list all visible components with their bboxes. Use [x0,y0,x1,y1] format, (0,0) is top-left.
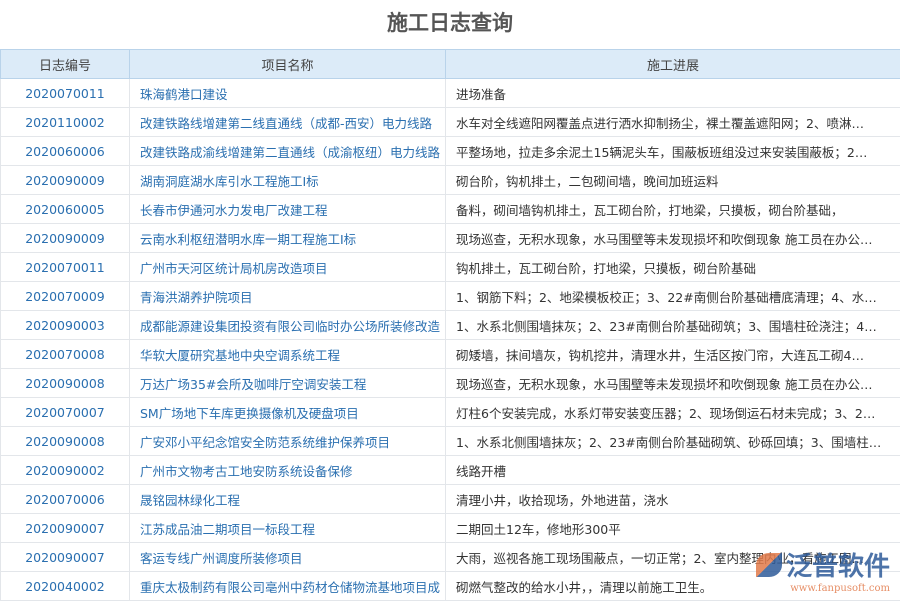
log-id-cell: 2020090008 [1,369,130,398]
project-name-link[interactable]: 珠海鹤港口建设 [130,79,446,108]
project-name-link[interactable]: 重庆太极制药有限公司亳州中药材仓储物流基地项目成 [130,572,446,601]
progress-cell: 1、钢筋下料；2、地梁模板校正；3、22#南侧台阶基础槽底清理；4、水… [446,282,900,311]
fanpu-logo-icon [756,553,782,577]
table-row[interactable]: 2020090007江苏成品油二期项目一标段工程二期回土12车，修地形300平 [1,514,900,543]
progress-cell: 水车对全线遮阳网覆盖点进行洒水抑制扬尘，裸土覆盖遮阳网；2、喷淋… [446,108,900,137]
table-row[interactable]: 2020070011广州市天河区统计局机房改造项目钩机排土，瓦工砌台阶，打地梁，… [1,253,900,282]
progress-cell: 砌矮墙，抹间墙灰，钩机挖井，清理水井，生活区按门帘，大连瓦工砌4… [446,340,900,369]
watermark-name: 泛普软件 [786,546,890,583]
table-row[interactable]: 2020110002改建铁路线增建第二线直通线（成都-西安）电力线路水车对全线遮… [1,108,900,137]
page-title: 施工日志查询 [0,0,900,49]
table-row[interactable]: 2020070008华软大厦研究基地中央空调系统工程砌矮墙，抹间墙灰，钩机挖井，… [1,340,900,369]
table-row[interactable]: 2020070009青海洪湖养护院项目1、钢筋下料；2、地梁模板校正；3、22#… [1,282,900,311]
log-id-cell: 2020090007 [1,514,130,543]
log-id-cell: 2020070007 [1,398,130,427]
table-row[interactable]: 2020090009湖南洞庭湖水库引水工程施工Ⅰ标砌台阶，钩机排土，二包砌间墙，… [1,166,900,195]
log-id-cell: 2020060005 [1,195,130,224]
log-id-cell: 2020070011 [1,79,130,108]
project-name-link[interactable]: 广安邓小平纪念馆安全防范系统维护保养项目 [130,427,446,456]
project-name-link[interactable]: 改建铁路线增建第二线直通线（成都-西安）电力线路 [130,108,446,137]
progress-cell: 灯柱6个安装完成，水系灯带安装变压器；2、现场倒运石材未完成；3、2… [446,398,900,427]
log-id-cell: 2020110002 [1,108,130,137]
progress-cell: 1、水系北侧围墙抹灰；2、23#南侧台阶基础砌筑、砂砾回填；3、围墙柱… [446,427,900,456]
project-name-link[interactable]: 青海洪湖养护院项目 [130,282,446,311]
log-id-cell: 2020090008 [1,427,130,456]
log-id-cell: 2020090007 [1,543,130,572]
project-name-link[interactable]: 云南水利枢纽潜明水库一期工程施工Ⅰ标 [130,224,446,253]
table-row[interactable]: 2020070011珠海鹤港口建设进场准备 [1,79,900,108]
column-header-project-name[interactable]: 项目名称 [130,50,446,79]
progress-cell: 1、水系北侧围墙抹灰；2、23#南侧台阶基础砌筑；3、围墙柱砼浇注；4… [446,311,900,340]
project-name-link[interactable]: SM广场地下车库更换摄像机及硬盘项目 [130,398,446,427]
column-header-log-id[interactable]: 日志编号 [1,50,130,79]
project-name-link[interactable]: 华软大厦研究基地中央空调系统工程 [130,340,446,369]
log-table: 日志编号 项目名称 施工进展 2020070011珠海鹤港口建设进场准备2020… [0,49,900,601]
project-name-link[interactable]: 改建铁路成渝线增建第二直通线（成渝枢纽）电力线路 [130,137,446,166]
log-id-cell: 2020040002 [1,572,130,601]
table-row[interactable]: 2020060006改建铁路成渝线增建第二直通线（成渝枢纽）电力线路平整场地，拉… [1,137,900,166]
watermark-url: www.fanpusoft.com [756,583,890,594]
progress-cell: 现场巡查，无积水现象，水马围壁等未发现损坏和吹倒现象 施工员在办公… [446,369,900,398]
project-name-link[interactable]: 晟铭园林绿化工程 [130,485,446,514]
project-name-link[interactable]: 广州市天河区统计局机房改造项目 [130,253,446,282]
watermark: 泛普软件 www.fanpusoft.com [756,546,890,594]
log-id-cell: 2020060006 [1,137,130,166]
table-row[interactable]: 2020070007SM广场地下车库更换摄像机及硬盘项目灯柱6个安装完成，水系灯… [1,398,900,427]
project-name-link[interactable]: 万达广场35#会所及咖啡厅空调安装工程 [130,369,446,398]
table-row[interactable]: 2020060005长春市伊通河水力发电厂改建工程备料，砌间墙钩机排土，瓦工砌台… [1,195,900,224]
log-id-cell: 2020070011 [1,253,130,282]
log-id-cell: 2020070008 [1,340,130,369]
progress-cell: 进场准备 [446,79,900,108]
column-header-progress[interactable]: 施工进展 [446,50,900,79]
table-row[interactable]: 2020090008广安邓小平纪念馆安全防范系统维护保养项目1、水系北侧围墙抹灰… [1,427,900,456]
log-id-cell: 2020090003 [1,311,130,340]
project-name-link[interactable]: 长春市伊通河水力发电厂改建工程 [130,195,446,224]
progress-cell: 钩机排土，瓦工砌台阶，打地梁，只摸板，砌台阶基础 [446,253,900,282]
table-row[interactable]: 2020090003成都能源建设集团投资有限公司临时办公场所装修改造1、水系北侧… [1,311,900,340]
project-name-link[interactable]: 江苏成品油二期项目一标段工程 [130,514,446,543]
log-id-cell: 2020070009 [1,282,130,311]
project-name-link[interactable]: 客运专线广州调度所装修项目 [130,543,446,572]
table-row[interactable]: 2020090002广州市文物考古工地安防系统设备保修线路开槽 [1,456,900,485]
project-name-link[interactable]: 湖南洞庭湖水库引水工程施工Ⅰ标 [130,166,446,195]
project-name-link[interactable]: 广州市文物考古工地安防系统设备保修 [130,456,446,485]
log-id-cell: 2020070006 [1,485,130,514]
progress-cell: 清理小井，收拾现场，外地进苗，浇水 [446,485,900,514]
table-row[interactable]: 2020070006晟铭园林绿化工程清理小井，收拾现场，外地进苗，浇水 [1,485,900,514]
log-id-cell: 2020090002 [1,456,130,485]
progress-cell: 二期回土12车，修地形300平 [446,514,900,543]
table-header: 日志编号 项目名称 施工进展 [1,50,900,79]
progress-cell: 砌台阶，钩机排土，二包砌间墙，晚间加班运料 [446,166,900,195]
progress-cell: 线路开槽 [446,456,900,485]
log-id-cell: 2020090009 [1,166,130,195]
progress-cell: 备料，砌间墙钩机排土，瓦工砌台阶，打地梁，只摸板，砌台阶基础， [446,195,900,224]
table-row[interactable]: 2020090009云南水利枢纽潜明水库一期工程施工Ⅰ标现场巡查，无积水现象，水… [1,224,900,253]
table-row[interactable]: 2020090008万达广场35#会所及咖啡厅空调安装工程现场巡查，无积水现象，… [1,369,900,398]
log-id-cell: 2020090009 [1,224,130,253]
progress-cell: 平整场地，拉走多余泥土15辆泥头车，围蔽板班组没过来安装围蔽板；2… [446,137,900,166]
project-name-link[interactable]: 成都能源建设集团投资有限公司临时办公场所装修改造 [130,311,446,340]
progress-cell: 现场巡查，无积水现象，水马围壁等未发现损坏和吹倒现象 施工员在办公… [446,224,900,253]
